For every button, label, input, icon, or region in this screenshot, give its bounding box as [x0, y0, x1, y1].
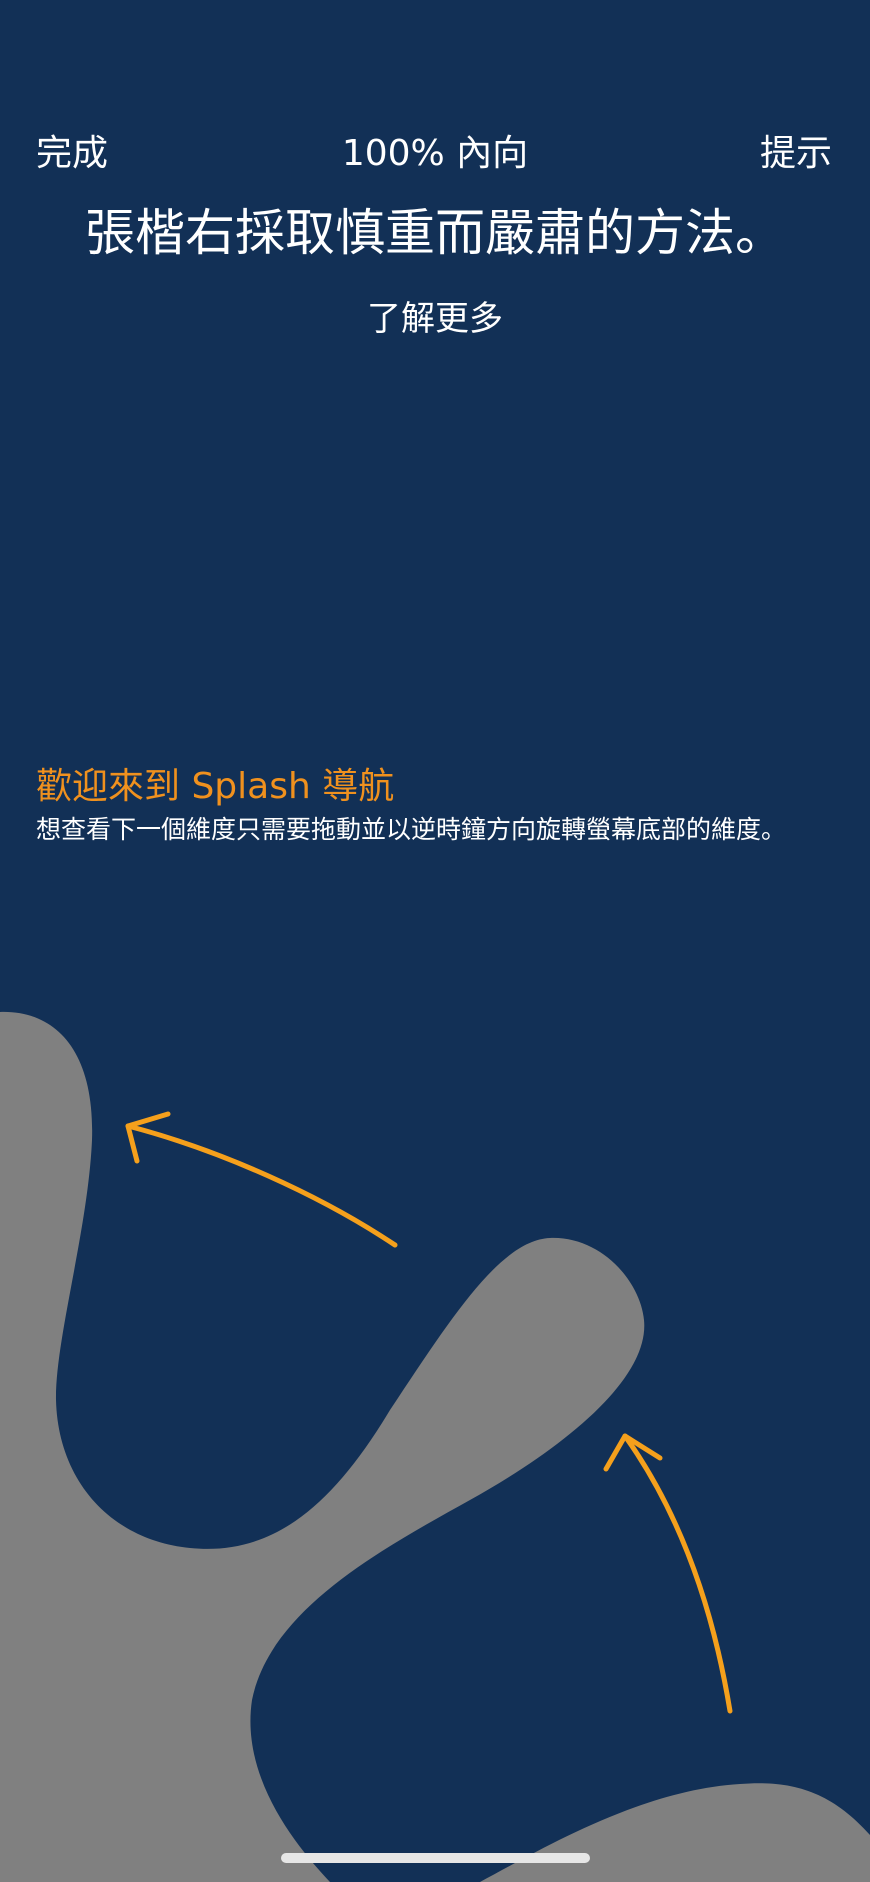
mode-label: 100% 內向: [341, 133, 529, 174]
top-bar: 完成 100% 內向 提示: [0, 126, 870, 182]
hint-button[interactable]: 提示: [760, 126, 832, 182]
onboarding-title: 歡迎來到 Splash 導航: [36, 766, 395, 807]
curved-arrow-icon: [603, 1433, 733, 1714]
page-title: 張楷右採取慎重而嚴肅的方法。: [85, 204, 785, 262]
onboarding-body: 想查看下一個維度只需要拖動並以逆時鐘方向旋轉螢幕底部的維度。: [36, 815, 787, 844]
learn-more-link[interactable]: 了解更多: [0, 294, 870, 344]
home-indicator[interactable]: [281, 1853, 590, 1863]
splash-dial[interactable]: [0, 0, 870, 1882]
curved-arrow-icon: [125, 1111, 398, 1248]
